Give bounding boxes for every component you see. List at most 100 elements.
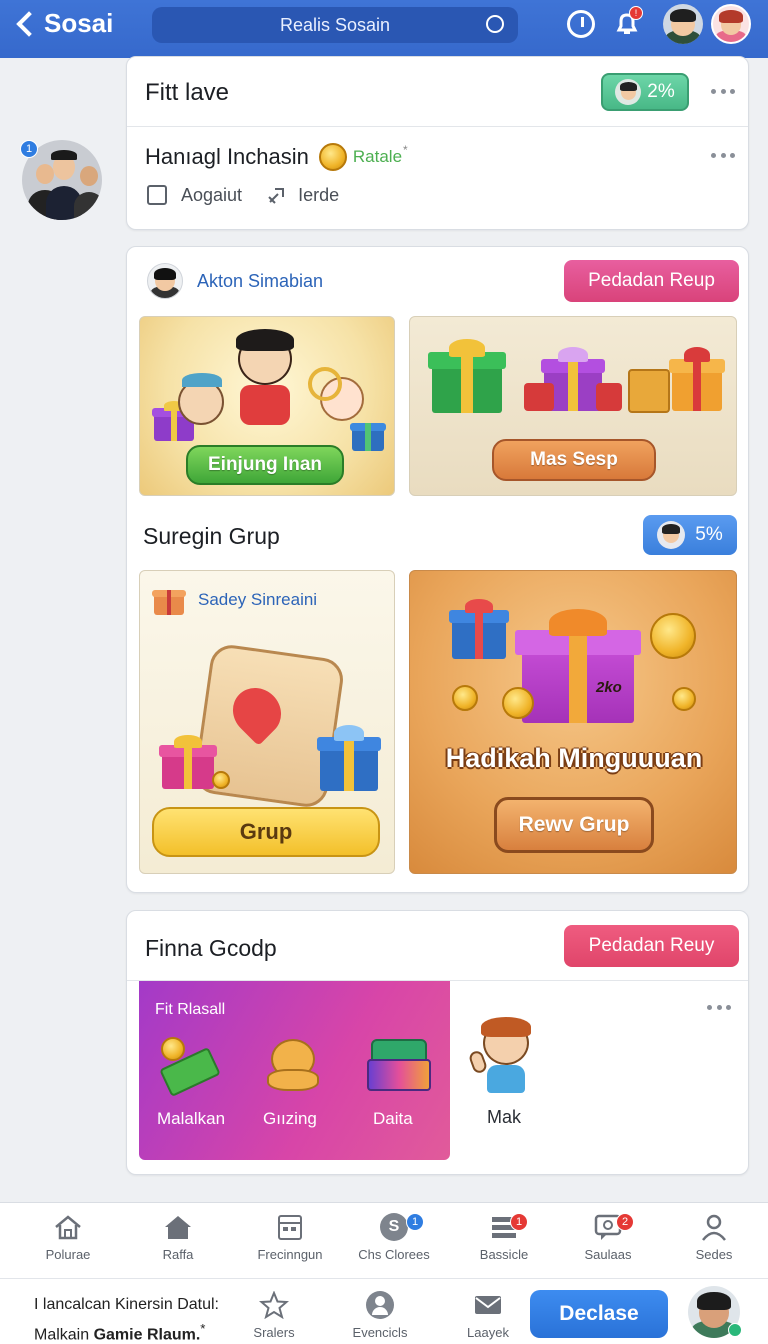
link-icon	[268, 188, 285, 204]
footer-item-label: Sralers	[253, 1325, 295, 1340]
waving-kid-icon	[467, 1017, 535, 1093]
back-button[interactable]: Sosai	[14, 8, 113, 39]
coin-icon	[502, 687, 534, 719]
progress-badge-value: 2%	[647, 81, 675, 102]
section-progress-badge[interactable]: 5%	[643, 515, 737, 555]
badge-avatar-icon	[615, 79, 642, 105]
bottom-tab-bar: Polurae Raffa Frecinngun S 1 Chs Clorees…	[0, 1202, 768, 1278]
tile-kids-party[interactable]: Einjung Inan	[139, 316, 395, 496]
nav-badge: 2	[616, 1213, 634, 1231]
coin-icon: S	[379, 1213, 409, 1241]
tile2-button[interactable]: Mas Sesp	[492, 439, 656, 481]
post-author[interactable]: Akton Simabian	[147, 263, 323, 299]
side-item-label: Mak	[487, 1107, 522, 1127]
group-avatar-badge: 1	[20, 140, 38, 158]
checkbox[interactable]	[147, 185, 167, 205]
character-kid-hair	[236, 329, 294, 351]
treasure-chest-icon	[365, 1033, 431, 1095]
post-actions: Aogaiut Ierde	[147, 184, 339, 206]
user-avatar[interactable]	[711, 4, 751, 44]
progress-badge[interactable]: 2%	[601, 73, 689, 111]
post-title: Hanıagl Inchasin	[145, 144, 309, 169]
footer-item-sralers[interactable]: Sralers	[224, 1290, 324, 1340]
tile1-button[interactable]: Einjung Inan	[186, 445, 344, 485]
home-icon	[53, 1213, 83, 1241]
nav-badge: 1	[510, 1213, 528, 1231]
search-bar[interactable]: Realis Sosain	[152, 7, 518, 43]
footer-item-label: Evencicls	[352, 1325, 408, 1340]
notification-badge: !	[629, 6, 643, 20]
ring-icon	[308, 367, 342, 401]
card-title: Fitt lave	[145, 79, 230, 106]
reward-item-2: Gıızing	[263, 1109, 317, 1128]
footer-text: I lancalcan Kinersin Datul: Malkain Gami…	[34, 1293, 219, 1344]
star-icon	[258, 1290, 290, 1320]
gift-green-icon	[427, 339, 507, 413]
section-badge-avatar	[657, 521, 686, 549]
tile4-button[interactable]: Rewv Grup	[494, 797, 654, 853]
section-badge-value: 5%	[695, 524, 723, 545]
join-group-button[interactable]: Pedadan Reup	[564, 260, 739, 302]
card3-title: Finna Gcodp	[145, 935, 277, 961]
character-hair	[182, 373, 222, 387]
tile3-button[interactable]: Grup	[152, 807, 380, 857]
footer-text-mark: *	[200, 1321, 206, 1336]
gift-mini-icon	[152, 585, 186, 615]
author-avatar	[147, 263, 183, 299]
post-header: Hanıagl Inchasin Ratale *	[145, 143, 408, 171]
coin-large-icon	[650, 613, 696, 659]
nav-item-polurae[interactable]: Polurae	[18, 1213, 118, 1262]
feed-card-bottom: Finna Gcodp Pedadan Reuy Fit Rlasall Mal…	[126, 910, 749, 1175]
top-app-bar: Sosai Realis Sosain !	[0, 0, 768, 58]
crate-icon	[628, 369, 670, 413]
person-icon	[365, 1291, 395, 1319]
house-icon	[163, 1213, 193, 1241]
tile-weekly-gift[interactable]: 2ko Hadikah Minguuuan Rewv Grup	[409, 570, 737, 874]
block-red-icon-2	[596, 383, 622, 411]
nav-item-raffa[interactable]: Raffa	[128, 1213, 228, 1262]
checkbox-label: Aogaiut	[181, 184, 243, 205]
search-icon	[486, 15, 504, 33]
footer-text-prefix: Malkain	[34, 1326, 94, 1344]
nav-label: Bassicle	[479, 1247, 529, 1262]
footer-bar: I lancalcan Kinersin Datul: Malkain Gami…	[0, 1278, 768, 1344]
online-status-dot	[728, 1323, 742, 1337]
gift-orange-icon	[669, 347, 725, 411]
author-name: Akton Simabian	[197, 270, 324, 291]
calendar-icon	[275, 1213, 305, 1241]
post-tag-mark: *	[403, 143, 408, 157]
footer-item-evencicls[interactable]: Evencicls	[330, 1291, 430, 1340]
more-options-icon[interactable]	[711, 89, 735, 97]
nav-item-sedes[interactable]: Sedes	[664, 1213, 764, 1262]
tile-gift-boxes[interactable]: Mas Sesp	[409, 316, 737, 496]
tile-group-card[interactable]: Sadey Sinreaini Grup	[139, 570, 395, 874]
notifications-button[interactable]: !	[612, 6, 643, 39]
friend-avatar[interactable]	[663, 4, 703, 44]
link-action[interactable]: Ierde	[266, 184, 339, 206]
nav-item-chs-clorees[interactable]: S 1 Chs Clorees	[344, 1213, 444, 1262]
nav-label: Polurae	[45, 1247, 91, 1262]
join-group-button-2[interactable]: Pedadan Reuy	[564, 925, 739, 967]
gift-blue-icon	[316, 725, 382, 791]
card3-more-options-icon[interactable]	[707, 1005, 731, 1013]
rewards-panel[interactable]: Fit Rlasall Malalkan Gıızing Daita	[139, 981, 450, 1160]
nav-item-bassicle[interactable]: 1 Bassicle	[454, 1213, 554, 1262]
search-placeholder: Realis Sosain	[279, 14, 391, 35]
coin-label-text: 2ko	[596, 679, 622, 696]
history-button[interactable]	[566, 9, 596, 39]
post-more-options-icon[interactable]	[711, 153, 735, 161]
nav-label: Raffa	[162, 1247, 194, 1262]
feed-card-top: Fitt lave 2% Hanıagl Inchasin Ratale * A…	[126, 56, 749, 230]
footer-item-laayek[interactable]: Laayek	[438, 1291, 538, 1340]
footer-item-label: Laayek	[467, 1325, 509, 1340]
reward-item-1: Malalkan	[157, 1109, 226, 1128]
cat-icon	[261, 1033, 323, 1093]
nav-item-saulaas[interactable]: 2 Saulaas	[558, 1213, 658, 1262]
gift-big-purple-icon	[515, 609, 641, 723]
nav-item-frecinngun[interactable]: Frecinngun	[240, 1213, 340, 1262]
declare-cta-button[interactable]: Declase	[530, 1290, 668, 1338]
nav-label: Sedes	[695, 1247, 733, 1262]
tile3-header: Sadey Sinreaini	[152, 585, 317, 615]
nav-label: Saulaas	[584, 1247, 632, 1262]
section-title: Suregin Grup	[143, 523, 280, 549]
